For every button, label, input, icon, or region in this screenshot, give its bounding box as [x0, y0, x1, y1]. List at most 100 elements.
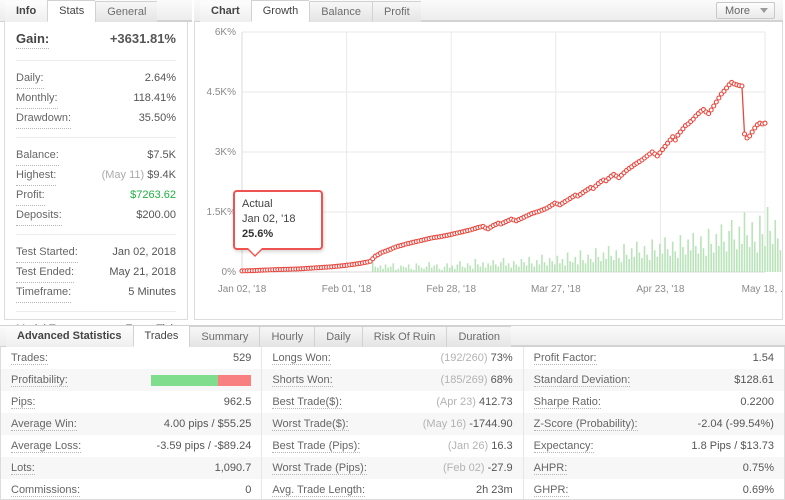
tab-summary[interactable]: Summary — [189, 326, 259, 347]
table-row: Best Trade($):(Apr 23) 412.73 — [262, 391, 522, 413]
advanced-statistics-panel: Advanced StatisticsTradesSummaryHourlyDa… — [0, 325, 785, 500]
stat-label: Test Started: — [16, 243, 78, 263]
advanced-stats-body: Trades:529Profitability:Pips:962.5Averag… — [0, 347, 785, 500]
row-value: (185/269) 68% — [440, 374, 512, 386]
table-row: Expectancy: 1.8 Pips / $13.73 — [524, 435, 784, 457]
stat-row: Test Ended: May 21, 2018 — [16, 263, 176, 283]
row-value-prefix: (Jan 26) — [448, 440, 491, 452]
row-value-prefix: (May 16) — [423, 418, 469, 430]
tooltip-date: Jan 02, '18 — [242, 212, 314, 227]
x-axis-tick-label: Feb 28, '18 — [426, 284, 476, 295]
row-label: Pips: — [11, 396, 35, 409]
row-value: (Apr 23) 412.73 — [436, 396, 512, 408]
advanced-stats-tabstrip: Advanced StatisticsTradesSummaryHourlyDa… — [0, 325, 785, 347]
stat-label: Highest: — [16, 166, 56, 186]
row-label: Avg. Trade Length: — [272, 484, 365, 497]
tab-growth[interactable]: Growth — [251, 0, 309, 22]
x-axis-tick-label: Mar 27, '18 — [531, 284, 581, 295]
stat-label: Balance: — [16, 146, 59, 166]
row-label: Profit Factor: — [534, 352, 597, 365]
app-root: InfoStatsGeneral Gain: +3631.81% Daily:2… — [0, 0, 785, 500]
tab-profit[interactable]: Profit — [372, 1, 421, 22]
table-row: Worst Trade($):(May 16) -1744.90 — [262, 413, 522, 435]
row-value-prefix: (192/260) — [440, 352, 490, 364]
table-row: Shorts Won: (185/269) 68% — [262, 369, 522, 391]
gain-row: Gain: +3631.81% — [16, 22, 176, 55]
ratios-group: Daily: 2.64%Monthly:118.41%Drawdown:35.50… — [16, 66, 176, 132]
stat-row: Monthly:118.41% — [16, 89, 176, 109]
stat-row: Deposits:$200.00 — [16, 206, 176, 226]
stat-label: Timeframe: — [16, 283, 71, 303]
divider — [16, 60, 176, 61]
table-row: Average Loss:-3.59 pips / -$89.24 — [1, 435, 261, 457]
stat-value: $200.00 — [136, 206, 176, 225]
row-value: (Jan 26) 16.3 — [448, 440, 513, 452]
table-row: Z-Score (Probability):-2.04 (-99.54%) — [524, 413, 784, 435]
table-row: Avg. Trade Length: 2h 23m — [262, 479, 522, 500]
table-row: Profitability: — [1, 369, 261, 391]
stat-value: May 21, 2018 — [109, 263, 176, 282]
stat-label: Test Ended: — [16, 263, 74, 283]
stat-value: 2.64% — [145, 69, 176, 88]
row-value: 1.8 Pips / $13.73 — [691, 440, 774, 452]
tab-stats[interactable]: Stats — [47, 0, 95, 22]
y-axis-tick-label: 4.5K% — [207, 87, 237, 98]
x-axis-tick-label: Apr 23, '18 — [636, 284, 684, 295]
row-value: 4.00 pips / $55.25 — [164, 418, 251, 430]
stats-column: Profit Factor: 1.54 Standard Deviation:$12… — [523, 347, 784, 499]
row-label: Profitability: — [11, 374, 68, 387]
stat-value: 5 Minutes — [128, 283, 176, 302]
y-axis-tick-label: 0% — [222, 267, 237, 278]
row-label: Expectancy: — [534, 440, 594, 453]
stats-column: Longs Won:(192/260) 73%Shorts Won:(185/2… — [261, 347, 522, 499]
tooltip-title: Actual — [242, 197, 314, 212]
row-value: 1.54 — [753, 352, 774, 364]
stat-row: Drawdown:35.50% — [16, 109, 176, 129]
row-label: Longs Won: — [272, 352, 331, 365]
row-label: Lots: — [11, 462, 35, 475]
table-row: Longs Won:(192/260) 73% — [262, 347, 522, 369]
row-label: Shorts Won: — [272, 374, 332, 387]
info-panel: InfoStatsGeneral Gain: +3631.81% Daily:2… — [0, 0, 192, 320]
stat-label: Daily: — [16, 69, 44, 89]
table-row: Standard Deviation:$128.61 — [524, 369, 784, 391]
table-row: GHPR:0.69% — [524, 479, 784, 500]
stat-value: (May 11) $9.4K — [102, 166, 176, 185]
row-label: Commissions: — [11, 484, 80, 497]
tab-hourly[interactable]: Hourly — [259, 326, 314, 347]
tabstrip-filler — [511, 325, 785, 346]
row-value: $128.61 — [734, 374, 774, 386]
row-value: 0.75% — [743, 462, 774, 474]
money-group: Balance:$7.5KHighest:(May 11) $9.4KProfi… — [16, 143, 176, 229]
table-row: AHPR: 0.75% — [524, 457, 784, 479]
stat-row: Timeframe: 5 Minutes — [16, 283, 176, 303]
row-label: AHPR: — [534, 462, 568, 475]
x-axis-tick-label: Jan 02, '18 — [218, 284, 267, 295]
tab-balance[interactable]: Balance — [309, 1, 372, 22]
row-value: 2h 23m — [476, 484, 513, 496]
tab-duration[interactable]: Duration — [446, 326, 511, 347]
row-value: -3.59 pips / -$89.24 — [157, 440, 252, 452]
tab-advanced-statistics: Advanced Statistics — [6, 326, 133, 347]
more-button-label: More — [725, 3, 750, 19]
profitability-bar-lost — [218, 375, 251, 386]
tab-general[interactable]: General — [95, 1, 157, 22]
tab-risk-of-ruin[interactable]: Risk Of Ruin — [362, 326, 447, 347]
row-value-prefix: (Feb 02) — [443, 462, 488, 474]
x-axis-tick-label: May 18, ... — [742, 284, 782, 295]
tab-daily[interactable]: Daily — [314, 326, 361, 347]
stat-row: Highest: (May 11) $9.4K — [16, 166, 176, 186]
table-row: Best Trade (Pips):(Jan 26) 16.3 — [262, 435, 522, 457]
stat-value: 118.41% — [133, 89, 176, 108]
row-value-prefix: (185/269) — [440, 374, 490, 386]
top-section: InfoStatsGeneral Gain: +3631.81% Daily:2… — [0, 0, 785, 320]
table-row: Profit Factor: 1.54 — [524, 347, 784, 369]
chart-canvas[interactable]: 0%1.5K%3K%4.5K%6K%Jan 02, '18Feb 01, '18… — [194, 22, 783, 320]
row-value: 529 — [233, 352, 251, 364]
tab-trades[interactable]: Trades — [133, 325, 190, 347]
more-button[interactable]: More — [716, 2, 775, 19]
row-label: Worst Trade($): — [272, 418, 348, 431]
table-row: Pips:962.5 — [1, 391, 261, 413]
row-value: -2.04 (-99.54%) — [698, 418, 774, 430]
chart-tooltip: Actual Jan 02, '18 25.6% — [233, 190, 323, 250]
